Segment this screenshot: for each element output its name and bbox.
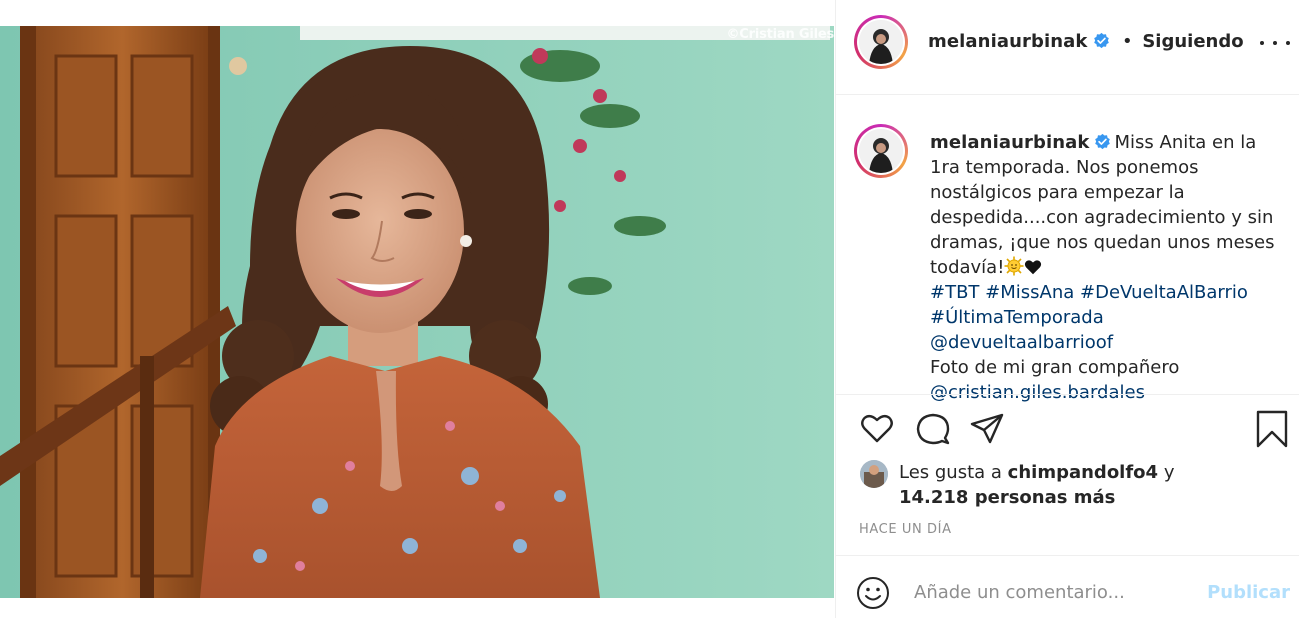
mention-cristian-giles[interactable]: @cristian.giles.bardales (930, 382, 1145, 403)
more-options-icon[interactable] (1260, 30, 1290, 56)
caption-username[interactable]: melaniaurbinak (930, 132, 1090, 153)
likes-count[interactable]: 14.218 personas más (899, 487, 1115, 508)
caption-avatar[interactable] (854, 124, 908, 178)
publish-button[interactable]: Publicar (1207, 582, 1290, 603)
divider (836, 394, 1299, 395)
liker-avatar[interactable] (860, 460, 888, 488)
following-button[interactable]: Siguiendo (1142, 31, 1243, 52)
caption-text: Miss Anita en la 1ra temporada. Nos pone… (930, 132, 1275, 278)
hashtag-tbt[interactable]: #TBT (930, 282, 979, 303)
send-icon[interactable] (968, 410, 1006, 448)
comment-icon[interactable] (914, 410, 952, 448)
likes-prefix: Les gusta a (899, 462, 1002, 483)
separator-dot: • (1121, 31, 1133, 52)
verified-badge-icon (1094, 32, 1110, 49)
sun-emoji-icon (1004, 256, 1024, 276)
verified-badge-icon (1094, 133, 1110, 150)
emoji-smile-icon[interactable] (856, 576, 890, 610)
heart-icon[interactable] (858, 410, 896, 448)
author-username[interactable]: melaniaurbinak (928, 31, 1088, 52)
post-photo[interactable]: ©Cristian Giles (0, 26, 834, 598)
liker-username[interactable]: chimpandolfo4 (1008, 462, 1158, 483)
author-avatar[interactable] (854, 15, 908, 69)
bookmark-icon[interactable] (1253, 410, 1291, 448)
post-timestamp[interactable]: HACE UN DÍA (859, 522, 952, 537)
hashtag-missana[interactable]: #MissAna (985, 282, 1074, 303)
likes-connector: y (1163, 462, 1175, 483)
hashtag-ultimatemporada[interactable]: #ÚltimaTemporada (930, 307, 1104, 328)
hashtag-devueltaalbarrio[interactable]: #DeVueltaAlBarrio (1080, 282, 1248, 303)
post-header: melaniaurbinak • Siguiendo (836, 0, 1299, 95)
post-image (0, 26, 834, 598)
action-bar (858, 410, 1298, 450)
mention-devueltaalbarrioof[interactable]: @devueltaalbarrioof (930, 332, 1113, 353)
comment-box: Publicar (836, 555, 1299, 619)
black-heart-emoji-icon (1025, 260, 1042, 275)
photo-credit-text: Foto de mi gran compañero (930, 357, 1180, 378)
photo-watermark: ©Cristian Giles (726, 27, 834, 42)
post-side-panel: melaniaurbinak • Siguiendo melaniaurbina… (835, 0, 1299, 618)
comment-input[interactable] (914, 574, 1204, 610)
post-caption: melaniaurbinak Miss Anita en la 1ra temp… (930, 130, 1280, 405)
